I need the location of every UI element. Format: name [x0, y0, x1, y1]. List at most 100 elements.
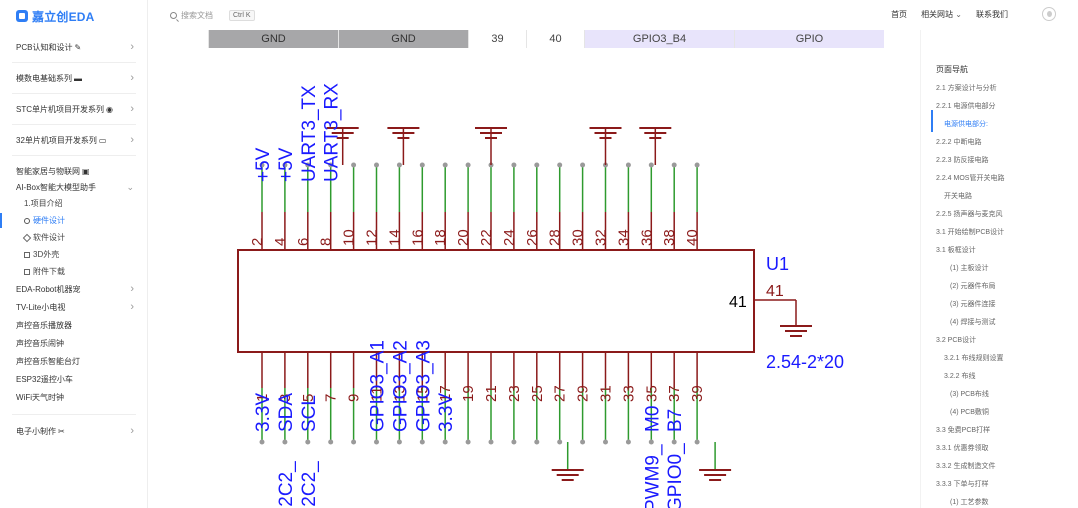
top-bar: 搜索文档 Ctrl K 首页 相关网站 联系我们 — [148, 0, 1078, 30]
net-node — [511, 439, 517, 445]
net-node — [419, 439, 425, 445]
nav-home-link[interactable]: 首页 — [891, 9, 907, 20]
net-label: 3.3V — [436, 393, 457, 432]
toc-item[interactable]: 2.2.4 MOS管开关电路 — [936, 170, 1074, 188]
nav-contact-link[interactable]: 联系我们 — [976, 9, 1008, 20]
toc-item[interactable]: 3.3.1 优惠券领取 — [936, 440, 1074, 458]
toc-item[interactable]: 2.1 方案设计与分析 — [936, 80, 1074, 98]
sidebar-item-intro[interactable]: 1.项目介绍 — [0, 195, 147, 212]
net-node — [534, 439, 540, 445]
main-content: GND GND 39 40 GPIO3_B4 GPIO 224466881010… — [148, 30, 920, 508]
tool-icon: ✂ — [58, 426, 65, 436]
pin-number-top: 36 — [638, 229, 655, 246]
toc-item[interactable]: (3) 元器件连接 — [936, 296, 1074, 314]
toc-item[interactable]: 3.2.1 布线规则设置 — [936, 350, 1074, 368]
net-node — [557, 439, 563, 445]
sidebar-item-label: 声控音乐智能台灯 — [16, 356, 80, 366]
sidebar-item-label: EDA-Robot机器宠 — [16, 284, 81, 294]
pin-number-top: 28 — [547, 229, 564, 246]
pin-number-top: 10 — [341, 229, 358, 246]
toc-item[interactable]: (4) PCB敷铜 — [936, 404, 1074, 422]
cube-icon — [24, 251, 30, 258]
pin-number-bottom: 35 — [643, 385, 660, 402]
toc-item[interactable]: 2.2.2 中断电路 — [936, 134, 1074, 152]
toc-item[interactable]: (1) 工艺参数 — [936, 494, 1074, 508]
sidebar-item-label: 32单片机项目开发系列 — [16, 135, 97, 145]
toc-item[interactable]: 2.2.1 电源供电部分 — [936, 98, 1074, 116]
sidebar-item-download[interactable]: 附件下载 — [0, 263, 147, 280]
sidebar-item-tv-lite[interactable]: TV-Lite小电视 › — [0, 298, 147, 316]
sidebar-item-lamp[interactable]: 声控音乐智能台灯 — [0, 352, 147, 370]
sidebar-item-mcu32[interactable]: 32单片机项目开发系列 ▭ › — [0, 127, 147, 153]
toc-item[interactable]: (2) 元器件布局 — [936, 278, 1074, 296]
net-node — [557, 162, 563, 168]
net-label: GPIO3_A3 — [413, 340, 434, 432]
toc-item[interactable]: (4) 焊接与测试 — [936, 314, 1074, 332]
top-links: 首页 相关网站 联系我们 — [891, 9, 1008, 20]
toc-item[interactable]: 3.1 板框设计 — [936, 242, 1074, 260]
net-node — [511, 162, 517, 168]
net-node — [671, 162, 677, 168]
sidebar-item-stc[interactable]: STC单片机项目开发系列 ◉ › — [0, 96, 147, 122]
sidebar-item-wifi-clock[interactable]: WiFi天气时钟 — [0, 388, 147, 406]
sidebar-item-iot[interactable]: 智能家居与物联网 ▣ — [0, 162, 147, 180]
sidebar-item-pcb[interactable]: PCB认知和设计 ✎ › — [0, 34, 147, 60]
theme-toggle-icon[interactable] — [1042, 7, 1056, 21]
pin-number-top: 18 — [432, 229, 449, 246]
chevron-right-icon: › — [130, 300, 134, 313]
toc-item[interactable]: 3.1 开始绘制PCB设计 — [936, 224, 1074, 242]
logo[interactable]: 嘉立创EDA — [16, 8, 95, 24]
sidebar-item-hardware[interactable]: 硬件设计 — [0, 212, 147, 229]
net-label-prefix: I2C2_ — [276, 461, 297, 508]
sidebar-item-label: 硬件设计 — [33, 216, 65, 225]
pin-number-bottom: 29 — [575, 385, 592, 402]
pin41-number: 41 — [766, 283, 784, 300]
sidebar-item-software[interactable]: 软件设计 — [0, 229, 147, 246]
net-label-prefix: GPIO0_ — [665, 443, 686, 508]
sidebar-item-ai-box[interactable]: AI-Box智能大模型助手 ⌄ — [0, 180, 147, 195]
sidebar-item-label: 智能家居与物联网 — [16, 166, 80, 176]
sidebar-item-label: TV-Lite小电视 — [16, 302, 66, 312]
toc-item[interactable]: 2.2.5 扬声器与麦克风 — [936, 206, 1074, 224]
pin-number-bottom: 33 — [620, 385, 637, 402]
toc-item[interactable]: (3) PCB布线 — [936, 386, 1074, 404]
toc-item[interactable]: 3.3.3 下单与打样 — [936, 476, 1074, 494]
toc-item[interactable]: 3.3 免费PCB打样 — [936, 422, 1074, 440]
toc-item[interactable]: 2.2.3 防反接电路 — [936, 152, 1074, 170]
sidebar-item-analog[interactable]: 模数电基础系列 ▬ › — [0, 65, 147, 91]
pin-number-top: 12 — [364, 229, 381, 246]
sidebar-nav: PCB认知和设计 ✎ › 模数电基础系列 ▬ › STC单片机项目开发系列 ◉ › 3… — [0, 34, 147, 441]
net-node — [648, 439, 654, 445]
net-label: SCL — [299, 395, 320, 432]
toc-item[interactable]: 3.3.2 生成制造文件 — [936, 458, 1074, 476]
toc-item[interactable]: 开关电路 — [936, 188, 1074, 206]
sidebar-item-alarm[interactable]: 声控音乐闹钟 — [0, 334, 147, 352]
toc-item[interactable]: 电源供电部分: — [936, 116, 1074, 134]
nav-sites-dropdown[interactable]: 相关网站 — [921, 9, 962, 20]
search-box[interactable]: 搜索文档 Ctrl K — [170, 7, 255, 23]
sidebar-item-label: AI-Box智能大模型助手 — [16, 183, 97, 192]
toc-item[interactable]: 3.2.2 布线 — [936, 368, 1074, 386]
sidebar-item-esp32-car[interactable]: ESP32遥控小车 — [0, 370, 147, 388]
net-node — [625, 162, 631, 168]
sidebar-item-player[interactable]: 声控音乐播放器 — [0, 316, 147, 334]
net-node — [694, 162, 700, 168]
chip-icon: ▣ — [82, 166, 90, 176]
net-node — [374, 162, 379, 168]
toc-list: 2.1 方案设计与分析 2.2.1 电源供电部分 电源供电部分: 2.2.2 中断电路… — [936, 80, 1074, 508]
divider — [12, 155, 136, 156]
pin-number-top: 6 — [295, 238, 312, 246]
pin-number-bottom: 27 — [552, 385, 569, 402]
sidebar-item-3d[interactable]: 3D外壳 — [0, 246, 147, 263]
toc-item[interactable]: (1) 主板设计 — [936, 260, 1074, 278]
net-node — [419, 162, 425, 168]
toc-item[interactable]: 3.2 PCB设计 — [936, 332, 1074, 350]
sidebar-item-diy[interactable]: 电子小制作 ✂ › — [0, 421, 147, 441]
pin-number-top: 30 — [570, 229, 587, 246]
sidebar-item-eda-robot[interactable]: EDA-Robot机器宠 › — [0, 280, 147, 298]
toc-active-indicator — [931, 110, 933, 132]
sidebar-item-label: 模数电基础系列 — [16, 73, 72, 83]
bulb-icon: ◉ — [106, 104, 113, 114]
sidebar-item-label: 软件设计 — [33, 233, 65, 242]
pin41-label: 41 — [729, 294, 747, 311]
